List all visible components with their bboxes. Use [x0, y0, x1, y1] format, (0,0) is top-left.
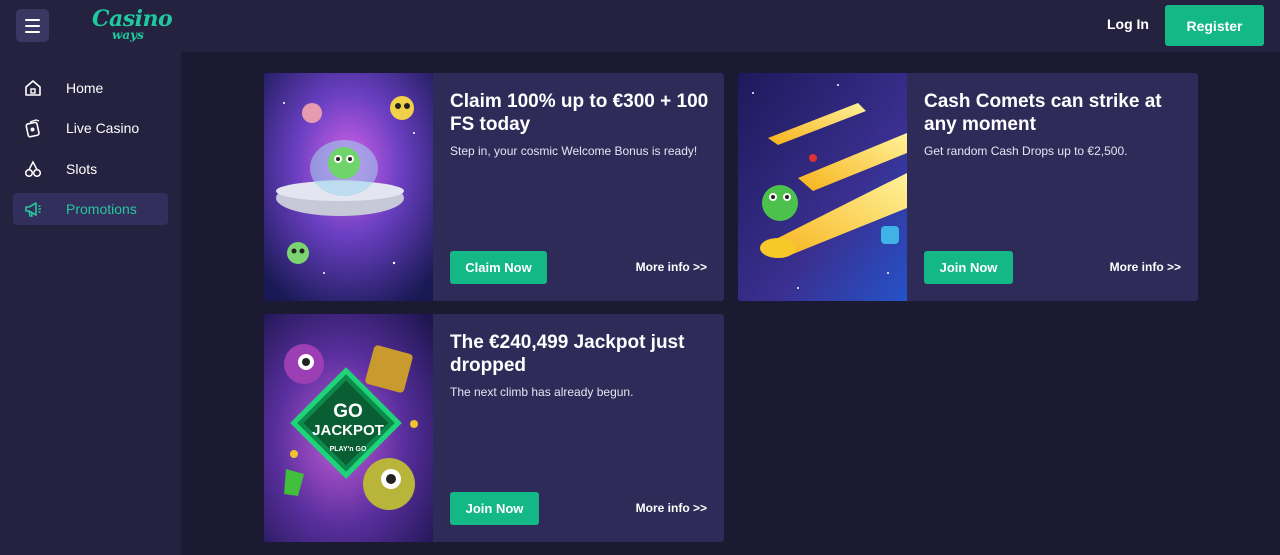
claim-now-button[interactable]: Claim Now	[450, 251, 547, 284]
promo-description: Get random Cash Drops up to €2,500.	[924, 144, 1128, 158]
menu-bar	[25, 18, 40, 21]
menu-bar	[25, 30, 40, 33]
jackpot-badge-go: GO	[333, 401, 363, 422]
promo-description: Step in, your cosmic Welcome Bonus is re…	[450, 144, 698, 158]
hamburger-menu-button[interactable]	[16, 9, 49, 42]
cherries-icon	[24, 160, 42, 178]
playngo-brand: PLAY'n GO	[330, 446, 367, 453]
promo-description: The next climb has already begun.	[450, 385, 634, 399]
megaphone-icon	[25, 202, 41, 217]
sidebar: Home Live Casino Slots Promotions	[0, 52, 181, 555]
join-now-button[interactable]: Join Now	[450, 492, 539, 525]
sidebar-item-label: Slots	[66, 161, 98, 177]
login-button[interactable]: Log In	[1104, 16, 1152, 32]
comets-monster-illustration	[738, 73, 907, 301]
sidebar-item-live-casino[interactable]: Live Casino	[13, 112, 168, 144]
alien-ufo-illustration	[264, 73, 433, 301]
more-info-link[interactable]: More info >>	[1110, 260, 1181, 274]
promo-card-jackpot: GO JACKPOT PLAY'n GO The €240,499 Jackpo…	[264, 314, 724, 542]
casino-logo[interactable]: Casino ways	[92, 6, 173, 44]
sidebar-item-label: Live Casino	[66, 120, 140, 136]
promo-title: Claim 100% up to €300 + 100 FS today	[450, 91, 709, 135]
go-jackpot-illustration: GO JACKPOT PLAY'n GO	[264, 314, 433, 542]
sidebar-item-slots[interactable]: Slots	[13, 153, 168, 185]
promo-card-cash-comets: Cash Comets can strike at any moment Get…	[738, 73, 1198, 301]
top-header: Casino ways Log In Register	[0, 0, 1280, 52]
sidebar-item-promotions[interactable]: Promotions	[13, 193, 168, 225]
sidebar-item-label: Promotions	[66, 201, 137, 217]
promo-card-welcome-bonus: Claim 100% up to €300 + 100 FS today Ste…	[264, 73, 724, 301]
jackpot-badge-jackpot: JACKPOT	[312, 422, 384, 439]
promo-title: Cash Comets can strike at any moment	[924, 91, 1162, 135]
sidebar-item-home[interactable]: Home	[13, 72, 168, 104]
sidebar-item-label: Home	[66, 80, 104, 96]
more-info-link[interactable]: More info >>	[636, 260, 707, 274]
join-now-button[interactable]: Join Now	[924, 251, 1013, 284]
menu-bar	[25, 24, 40, 27]
promo-title: The €240,499 Jackpot just dropped	[450, 332, 685, 376]
logo-subword: ways	[112, 28, 144, 42]
live-casino-icon	[25, 119, 40, 138]
home-icon	[25, 80, 41, 96]
more-info-link[interactable]: More info >>	[636, 501, 707, 515]
register-button[interactable]: Register	[1165, 5, 1264, 46]
